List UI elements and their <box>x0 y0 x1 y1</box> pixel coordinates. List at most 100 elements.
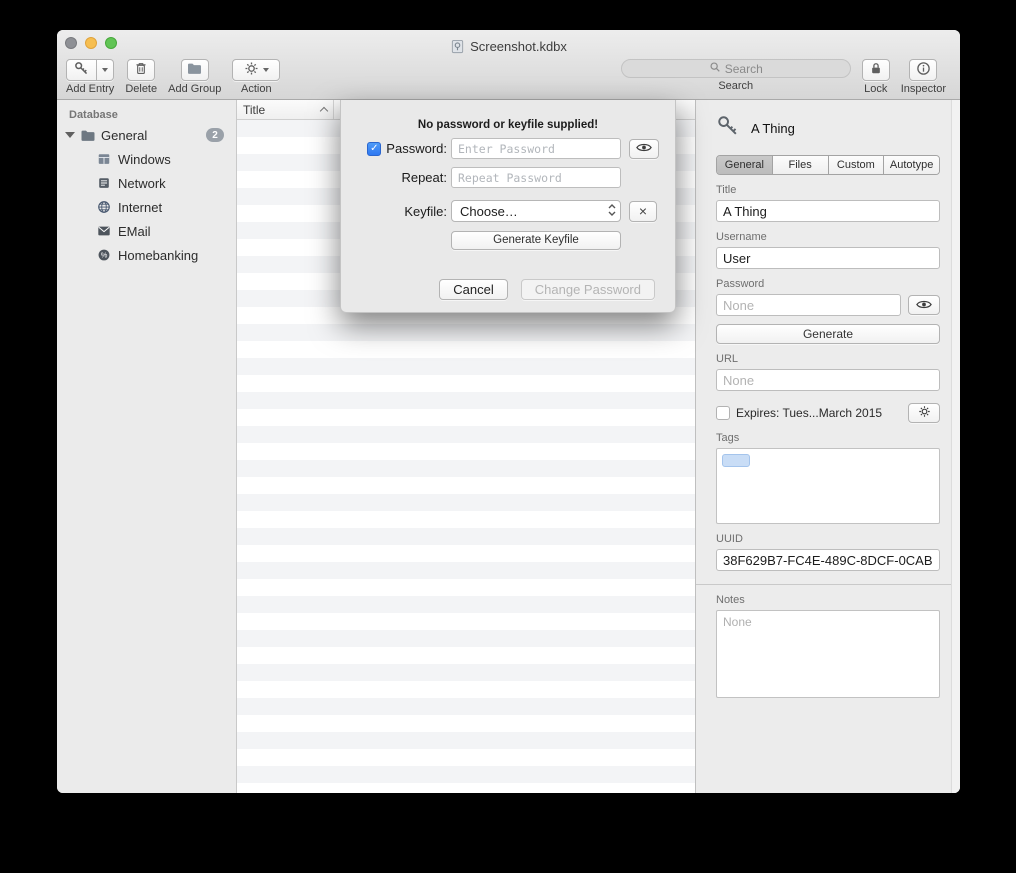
username-field[interactable] <box>716 247 940 269</box>
title-field-label: Title <box>716 184 940 196</box>
keyfile-popup[interactable]: Choose… <box>451 200 621 222</box>
inspector-tabs: General Files Custom Autotype <box>716 155 940 175</box>
trash-icon <box>134 61 148 79</box>
cancel-button[interactable]: Cancel <box>439 279 507 300</box>
tags-field[interactable] <box>716 448 940 524</box>
tab-custom[interactable]: Custom <box>829 156 885 174</box>
password-dialog: No password or keyfile supplied! ✓ Passw… <box>340 100 676 313</box>
windows-icon <box>97 152 111 166</box>
entry-count-badge: 2 <box>206 128 224 142</box>
password-field[interactable] <box>716 294 901 316</box>
search-label: Search <box>718 80 753 92</box>
toolbar-item-action: Action <box>232 59 280 95</box>
expires-checkbox[interactable] <box>716 406 730 420</box>
folder-icon <box>80 129 96 142</box>
title-field[interactable] <box>716 200 940 222</box>
generate-password-button[interactable]: Generate <box>716 324 940 344</box>
sidebar-item-label: Internet <box>118 200 162 215</box>
password-checkbox[interactable]: ✓ <box>367 142 381 156</box>
tags-label: Tags <box>716 432 940 444</box>
tag-pill[interactable] <box>722 454 750 467</box>
password-input[interactable] <box>451 138 621 159</box>
clear-keyfile-button[interactable]: × <box>629 201 657 222</box>
lock-button[interactable] <box>862 59 890 81</box>
screen-background: Screenshot.kdbx Add Entry <box>0 0 1016 873</box>
inspector-button[interactable] <box>909 59 937 81</box>
sidebar-item-homebanking[interactable]: % Homebanking <box>57 243 236 267</box>
toolbar: Add Entry Delete Add Group <box>57 56 960 100</box>
toolbar-item-add-group: Add Group <box>168 59 221 95</box>
sidebar-item-internet[interactable]: Internet <box>57 195 236 219</box>
info-icon <box>916 61 931 79</box>
sidebar-item-network[interactable]: Network <box>57 171 236 195</box>
expires-settings-button[interactable] <box>908 403 940 423</box>
reveal-password-button[interactable] <box>629 139 659 159</box>
add-group-button[interactable] <box>181 59 209 81</box>
eye-icon <box>916 298 932 313</box>
inspector-header: A Thing <box>716 114 940 142</box>
action-button[interactable] <box>232 59 280 81</box>
toolbar-item-search: Search Search <box>621 59 851 92</box>
toolbar-item-lock: Lock <box>862 59 890 95</box>
sidebar-item-email[interactable]: EMail <box>57 219 236 243</box>
keyfile-label: Keyfile: <box>404 204 447 219</box>
tab-files[interactable]: Files <box>773 156 829 174</box>
dialog-message: No password or keyfile supplied! <box>341 100 675 138</box>
notes-label: Notes <box>716 594 940 606</box>
column-header-title[interactable]: Title <box>237 100 334 119</box>
action-label: Action <box>241 83 272 95</box>
sidebar-item-label: Homebanking <box>118 248 198 263</box>
repeat-password-input[interactable] <box>451 167 621 188</box>
repeat-label: Repeat: <box>401 170 447 185</box>
sort-ascending-icon <box>320 107 328 115</box>
email-icon <box>97 225 111 237</box>
zoom-window-button[interactable] <box>105 37 117 49</box>
sidebar-item-general[interactable]: General 2 <box>57 123 236 147</box>
window-title-group: Screenshot.kdbx <box>57 30 960 56</box>
sidebar-item-label: General <box>101 128 147 143</box>
search-input[interactable]: Search <box>621 59 851 78</box>
close-window-button[interactable] <box>65 37 77 49</box>
disclosure-triangle-icon[interactable] <box>65 132 75 138</box>
globe-icon <box>97 200 111 214</box>
add-entry-button[interactable] <box>66 59 97 81</box>
gear-icon <box>244 61 259 79</box>
key-icon <box>716 114 740 143</box>
x-icon: × <box>639 203 647 219</box>
sidebar-item-label: Network <box>118 176 166 191</box>
delete-label: Delete <box>125 83 157 95</box>
sidebar-item-label: EMail <box>118 224 151 239</box>
add-entry-label: Add Entry <box>66 83 114 95</box>
expires-row: Expires: Tues...March 2015 <box>716 403 940 423</box>
document-icon <box>450 39 465 54</box>
checkmark-icon: ✓ <box>370 144 378 154</box>
add-entry-dropdown-button[interactable] <box>97 59 114 81</box>
entry-title: A Thing <box>751 121 795 136</box>
tab-general[interactable]: General <box>717 156 773 174</box>
uuid-field[interactable] <box>716 549 940 571</box>
uuid-label: UUID <box>716 533 940 545</box>
titlebar[interactable]: Screenshot.kdbx <box>57 30 960 56</box>
window-chrome: Screenshot.kdbx Add Entry <box>57 30 960 100</box>
search-icon <box>709 61 721 76</box>
toolbar-item-delete: Delete <box>125 59 157 95</box>
url-field[interactable] <box>716 369 940 391</box>
window-title: Screenshot.kdbx <box>470 39 567 54</box>
section-divider <box>696 584 960 585</box>
generate-keyfile-button[interactable]: Generate Keyfile <box>451 231 621 250</box>
url-field-label: URL <box>716 353 940 365</box>
notes-field[interactable] <box>716 610 940 698</box>
reveal-password-button[interactable] <box>908 295 940 315</box>
delete-button[interactable] <box>127 59 155 81</box>
svg-text:%: % <box>101 251 108 260</box>
sidebar-item-windows[interactable]: Windows <box>57 147 236 171</box>
tab-autotype[interactable]: Autotype <box>884 156 939 174</box>
popup-arrows-icon <box>608 203 616 220</box>
column-title-label: Title <box>243 103 265 117</box>
minimize-window-button[interactable] <box>85 37 97 49</box>
change-password-button[interactable]: Change Password <box>521 279 655 300</box>
chevron-down-icon <box>263 68 269 72</box>
keyfile-popup-value: Choose… <box>460 204 518 219</box>
username-field-label: Username <box>716 231 940 243</box>
inspector-scrollbar[interactable] <box>951 100 960 793</box>
